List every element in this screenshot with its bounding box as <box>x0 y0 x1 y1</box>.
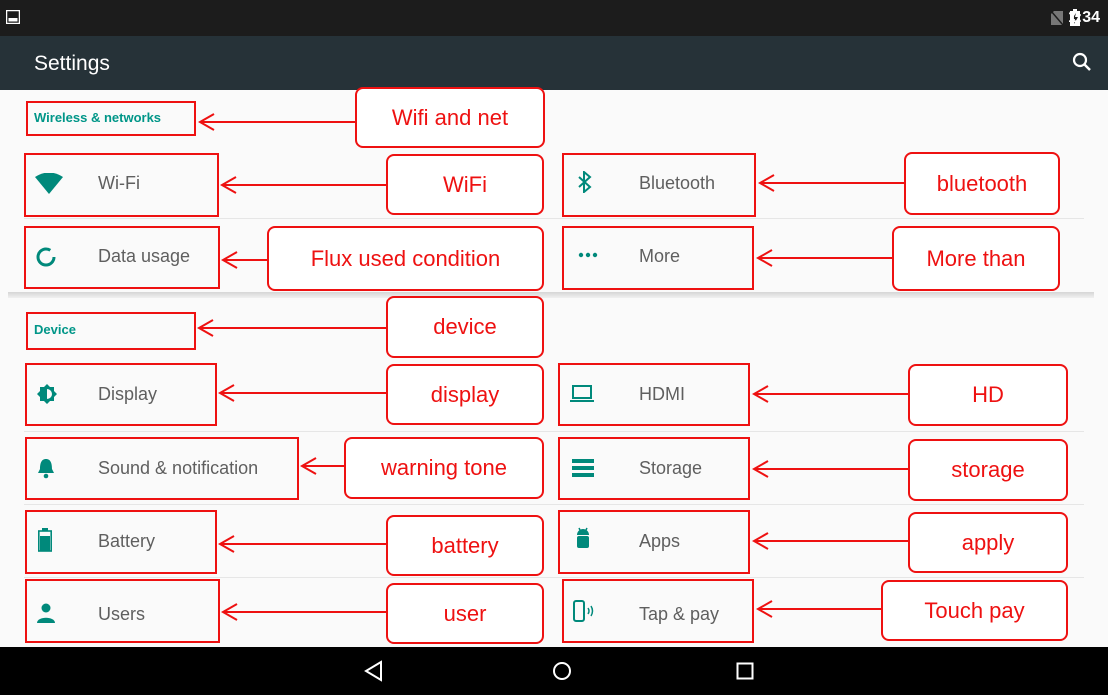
annotation-wifi: WiFi <box>386 154 544 215</box>
highlight-box-battery <box>25 510 217 574</box>
row-divider <box>24 431 1084 432</box>
app-bar: Settings <box>0 36 1108 90</box>
highlight-box-users <box>25 579 220 643</box>
highlight-box-storage <box>558 437 750 500</box>
highlight-box-data-usage <box>24 226 220 289</box>
highlight-box-device <box>26 312 196 350</box>
status-time: 1:34 <box>1067 9 1100 26</box>
recents-icon[interactable] <box>736 662 754 680</box>
page-title: Settings <box>34 52 110 75</box>
status-bar: 1:34 <box>0 0 1108 36</box>
back-icon[interactable] <box>363 660 385 682</box>
annotation-warning-tone: warning tone <box>344 437 544 499</box>
no-sim-icon <box>1051 11 1063 25</box>
highlight-box-sound <box>25 437 299 500</box>
row-divider <box>24 577 1084 578</box>
row-divider <box>24 504 1084 505</box>
row-divider <box>24 218 1084 219</box>
annotation-user: user <box>386 583 544 644</box>
highlight-box-display <box>25 363 217 426</box>
highlight-box-wireless <box>26 101 196 136</box>
annotation-apply: apply <box>908 512 1068 573</box>
navigation-bar <box>0 647 1108 695</box>
highlight-box-wifi <box>24 153 219 217</box>
annotation-battery: battery <box>386 515 544 576</box>
annotation-hd: HD <box>908 364 1068 426</box>
highlight-box-apps <box>558 510 750 574</box>
highlight-box-tap-pay <box>562 579 754 643</box>
annotation-storage: storage <box>908 439 1068 501</box>
annotation-bluetooth: bluetooth <box>904 152 1060 215</box>
annotation-device: device <box>386 296 544 358</box>
annotation-more-than: More than <box>892 226 1060 291</box>
annotation-flux: Flux used condition <box>267 226 544 291</box>
highlight-box-hdmi <box>558 363 750 426</box>
home-icon[interactable] <box>552 661 572 681</box>
annotation-display: display <box>386 364 544 425</box>
search-icon[interactable] <box>1072 52 1092 72</box>
annotation-touch-pay: Touch pay <box>881 580 1068 641</box>
image-icon <box>6 10 20 24</box>
annotation-wifi-and-net: Wifi and net <box>355 87 545 148</box>
section-divider <box>8 292 1094 298</box>
highlight-box-bluetooth <box>562 153 756 217</box>
highlight-box-more <box>562 226 754 290</box>
